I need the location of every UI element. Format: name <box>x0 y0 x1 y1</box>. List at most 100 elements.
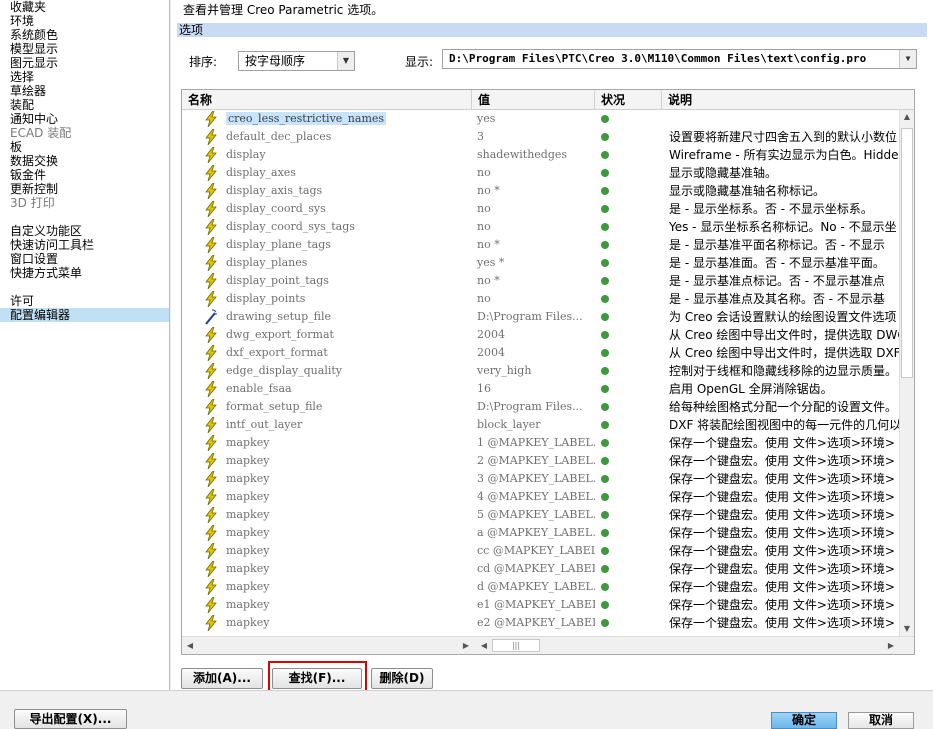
table-row[interactable]: format_setup_file D:\Program Files... 给每种绘… <box>182 398 900 416</box>
table-row[interactable]: mapkey cd @MAPKEY_LABEL... 保存一个键盘宏。使用 文件>选… <box>182 560 900 578</box>
sidebar-item[interactable]: 环境 <box>0 14 169 28</box>
table-row[interactable]: mapkey e2 @MAPKEY_LABEL... 保存一个键盘宏。使用 文件>选… <box>182 614 900 632</box>
table-row[interactable]: display_point_tags no * 是 - 显示基准点标记。否 - 不显… <box>182 272 900 290</box>
option-name: mapkey <box>226 614 472 632</box>
status-icon <box>600 218 620 236</box>
sidebar-item[interactable]: 3D 打印 <box>0 196 169 210</box>
table-header: 名称 值 状况 说明 <box>182 90 914 110</box>
option-description: 设置要将新建尺寸四舍五入到的默认小数位 <box>669 130 898 144</box>
scroll-left-icon[interactable]: ◀ <box>184 639 196 653</box>
table-row[interactable]: default_dec_places 3 设置要将新建尺寸四舍五入到的默认小数位 <box>182 128 900 146</box>
scroll-right-icon[interactable]: ▶ <box>460 639 472 653</box>
table-row[interactable]: display_axes no 显示或隐藏基准轴。 <box>182 164 900 182</box>
scroll-up-icon[interactable]: ▲ <box>900 110 914 124</box>
table-row[interactable]: mapkey cc @MAPKEY_LABEL... 保存一个键盘宏。使用 文件>选… <box>182 542 900 560</box>
sidebar-item[interactable]: 自定义功能区 <box>0 224 169 238</box>
status-icon <box>600 326 620 344</box>
sidebar-item[interactable]: 系统颜色 <box>0 28 169 42</box>
option-name-text: dwg_export_format <box>226 328 334 341</box>
sidebar-item[interactable]: 选择 <box>0 70 169 84</box>
table-row[interactable]: mapkey 3 @MAPKEY_LABEL... 保存一个键盘宏。使用 文件>选项… <box>182 470 900 488</box>
vertical-scrollbar[interactable]: ▲ ▼ <box>899 110 914 636</box>
option-name-text: display <box>226 148 266 161</box>
column-header-status[interactable]: 状况 <box>595 90 662 110</box>
column-header-description[interactable]: 说明 <box>662 90 914 110</box>
delete-option-button[interactable]: 删除(D) <box>371 668 433 689</box>
sidebar-item[interactable]: 模型显示 <box>0 42 169 56</box>
table-row[interactable]: display_coord_sys_tags no Yes - 显示坐标系名称标记。… <box>182 218 900 236</box>
show-file-value: D:\Program Files\PTC\Creo 3.0\M110\Commo… <box>449 52 867 65</box>
show-file-dropdown[interactable]: D:\Program Files\PTC\Creo 3.0\M110\Commo… <box>442 49 917 69</box>
table-row[interactable]: creo_less_restrictive_names yes <box>182 110 900 128</box>
table-row[interactable]: display_coord_sys no 是 - 显示坐标系。否 - 不显示坐标系。 <box>182 200 900 218</box>
status-icon <box>600 542 620 560</box>
table-row[interactable]: edge_display_quality very_high 控制对于线框和隐藏线移… <box>182 362 900 380</box>
vertical-scroll-thumb[interactable] <box>901 128 913 378</box>
export-config-button[interactable]: 导出配置(X)... <box>14 709 127 729</box>
sidebar-item[interactable]: 更新控制 <box>0 182 169 196</box>
sidebar-item[interactable]: 板 <box>0 140 169 154</box>
lightning-icon <box>204 506 220 524</box>
add-option-button[interactable]: 添加(A)... <box>181 668 263 689</box>
table-row[interactable]: mapkey a @MAPKEY_LABEL... 保存一个键盘宏。使用 文件>选项… <box>182 524 900 542</box>
column-header-name[interactable]: 名称 <box>182 90 472 110</box>
sidebar-item[interactable]: 快捷方式菜单 <box>0 266 169 280</box>
sidebar-item[interactable]: 草绘器 <box>0 84 169 98</box>
ok-button[interactable]: 确定 <box>771 712 837 729</box>
sidebar-item[interactable]: ECAD 装配 <box>0 126 169 140</box>
option-value: e2 @MAPKEY_LABEL... <box>477 616 595 629</box>
table-row[interactable]: mapkey 4 @MAPKEY_LABEL... 保存一个键盘宏。使用 文件>选项… <box>182 488 900 506</box>
sidebar-item[interactable]: 收藏夹 <box>0 0 169 14</box>
table-row[interactable]: mapkey 2 @MAPKEY_LABEL... 保存一个键盘宏。使用 文件>选项… <box>182 452 900 470</box>
option-description: DXF 将装配绘图视图中的每一元件的几何以 <box>669 418 900 432</box>
option-description: 是 - 显示基准面。否 - 不显示基准平面。 <box>669 256 885 270</box>
lightning-icon <box>204 110 220 128</box>
table-row[interactable]: display_plane_tags no * 是 - 显示基准平面名称标记。否 -… <box>182 236 900 254</box>
column-header-value[interactable]: 值 <box>472 90 595 110</box>
table-row[interactable]: mapkey 5 @MAPKEY_LABEL... 保存一个键盘宏。使用 文件>选项… <box>182 506 900 524</box>
cancel-button[interactable]: 取消 <box>848 712 914 729</box>
option-description: 保存一个键盘宏。使用 文件>选项>环境> <box>669 526 895 540</box>
option-name: default_dec_places <box>226 128 472 146</box>
option-value: 2 @MAPKEY_LABEL... <box>477 454 595 467</box>
sidebar-item[interactable]: 钣金件 <box>0 168 169 182</box>
table-row[interactable]: mapkey d @MAPKEY_LABEL... 保存一个键盘宏。使用 文件>选项… <box>182 578 900 596</box>
scroll-right-icon[interactable]: ▶ <box>885 639 897 653</box>
table-row[interactable]: display_planes yes * 是 - 显示基准面。否 - 不显示基准平面… <box>182 254 900 272</box>
scroll-down-icon[interactable]: ▼ <box>900 622 914 636</box>
option-description: 保存一个键盘宏。使用 文件>选项>环境> <box>669 598 895 612</box>
table-row[interactable]: mapkey 1 @MAPKEY_LABEL... 保存一个键盘宏。使用 文件>选项… <box>182 434 900 452</box>
table-row[interactable]: drawing_setup_file D:\Program Files... 为 C… <box>182 308 900 326</box>
table-row[interactable]: mapkey e1 @MAPKEY_LABEL... 保存一个键盘宏。使用 文件>选… <box>182 596 900 614</box>
option-name-text: display_planes <box>226 256 308 269</box>
table-row[interactable]: display_axis_tags no * 显示或隐藏基准轴名称标记。 <box>182 182 900 200</box>
table-row[interactable]: dxf_export_format 2004 从 Creo 绘图中导出文件时，提供选… <box>182 344 900 362</box>
lightning-icon <box>204 560 220 578</box>
horizontal-scroll-thumb[interactable]: ||| <box>492 639 540 652</box>
status-icon <box>600 524 620 542</box>
status-icon <box>600 560 620 578</box>
lightning-icon <box>204 416 220 434</box>
option-name-text: drawing_setup_file <box>226 310 331 323</box>
sort-dropdown[interactable]: 按字母顺序 ▼ <box>238 51 355 71</box>
sidebar-item[interactable]: 配置编辑器 <box>0 308 169 322</box>
horizontal-scrollbar[interactable]: ◀ ▶ ◀ ||| ▶ <box>182 636 914 654</box>
table-row[interactable]: display_points no 是 - 显示基准点及其名称。否 - 不显示基 <box>182 290 900 308</box>
sidebar-item[interactable]: 装配 <box>0 98 169 112</box>
table-row[interactable]: display shadewithedges Wireframe - 所有实边显示为… <box>182 146 900 164</box>
sidebar-item[interactable]: 许可 <box>0 294 169 308</box>
option-description: 给每种绘图格式分配一个分配的设置文件。 <box>669 400 898 414</box>
table-row[interactable]: intf_out_layer block_layer DXF 将装配绘图视图中的每一… <box>182 416 900 434</box>
sidebar-item[interactable]: 图元显示 <box>0 56 169 70</box>
scroll-left-icon[interactable]: ◀ <box>478 639 490 653</box>
option-value: no <box>477 292 491 305</box>
option-description: 保存一个键盘宏。使用 文件>选项>环境> <box>669 616 895 630</box>
sidebar-item[interactable]: 快速访问工具栏 <box>0 238 169 252</box>
sidebar-item[interactable]: 数据交换 <box>0 154 169 168</box>
table-row[interactable]: dwg_export_format 2004 从 Creo 绘图中导出文件时，提供选… <box>182 326 900 344</box>
option-value: no <box>477 166 491 179</box>
sidebar-item[interactable]: 通知中心 <box>0 112 169 126</box>
table-row[interactable]: enable_fsaa 16 启用 OpenGL 全屏消除锯齿。 <box>182 380 900 398</box>
sidebar-item[interactable]: 窗口设置 <box>0 252 169 266</box>
